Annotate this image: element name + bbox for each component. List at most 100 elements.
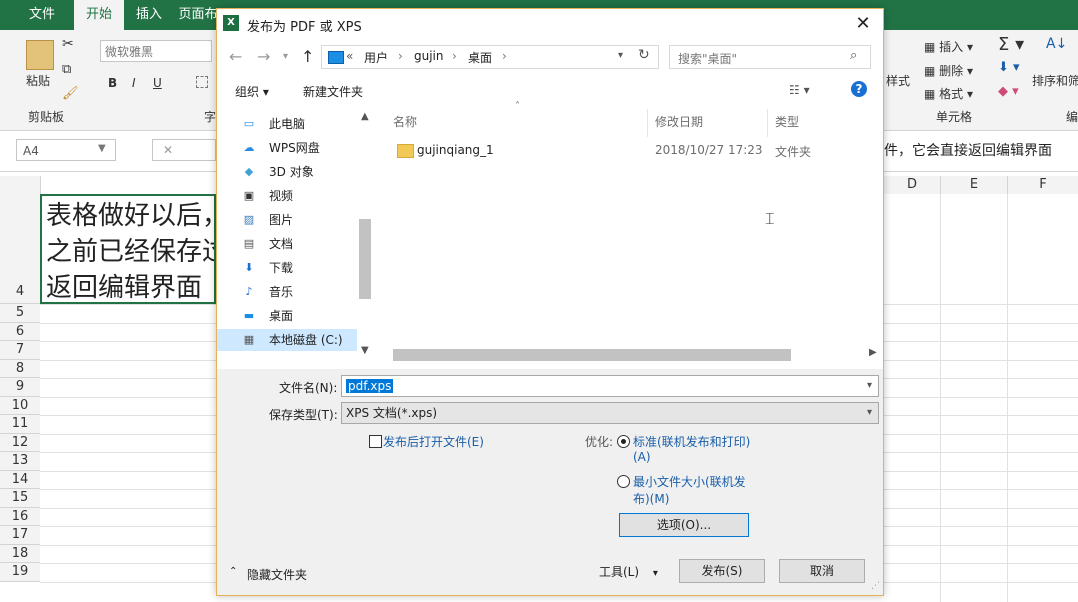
- paste-button[interactable]: 粘贴: [26, 72, 50, 89]
- nav-item[interactable]: ⬇ 下载: [217, 257, 357, 279]
- publish-button[interactable]: 发布(S): [679, 559, 765, 583]
- search-input[interactable]: 搜索"桌面": [678, 50, 737, 67]
- nav-scroll-up-icon[interactable]: ▲: [361, 111, 369, 122]
- tab-file[interactable]: 文件: [16, 0, 68, 30]
- row-header[interactable]: 4: [0, 194, 40, 304]
- cancel-entry-icon[interactable]: ✕: [152, 139, 216, 161]
- help-icon[interactable]: ?: [851, 81, 867, 97]
- breadcrumb-desktop[interactable]: 桌面: [468, 49, 492, 66]
- row-header[interactable]: 7: [0, 341, 40, 360]
- cancel-button[interactable]: 取消: [779, 559, 865, 583]
- filename-input[interactable]: pdf.xps ▾: [341, 375, 879, 397]
- column-header-e[interactable]: E: [941, 176, 1008, 194]
- hide-folders-button[interactable]: 隐藏文件夹: [247, 566, 307, 583]
- border-icon[interactable]: [196, 76, 208, 88]
- organize-menu[interactable]: 组织 ▾: [235, 83, 269, 100]
- resize-grip-icon[interactable]: ⋰: [871, 581, 880, 591]
- nav-item[interactable]: ▤ 文档: [217, 233, 357, 255]
- search-icon[interactable]: ⌕: [850, 48, 857, 63]
- nav-scrollbar-thumb[interactable]: [359, 219, 371, 299]
- column-header-d[interactable]: D: [884, 176, 941, 194]
- underline-button[interactable]: U: [153, 76, 162, 90]
- view-options-icon[interactable]: ☷ ▾: [789, 83, 810, 97]
- row-header[interactable]: 17: [0, 526, 40, 545]
- nav-item[interactable]: ▨ 图片: [217, 209, 357, 231]
- optimize-minimum-label[interactable]: 最小文件大小(联机发: [633, 473, 746, 490]
- row-header[interactable]: 11: [0, 415, 40, 434]
- delete-cells-button[interactable]: ▦ 删除 ▾: [924, 62, 973, 79]
- cut-icon[interactable]: ✂: [62, 36, 74, 52]
- refresh-icon[interactable]: ↻: [638, 47, 650, 63]
- row-header[interactable]: 12: [0, 433, 40, 452]
- nav-scroll-down-icon[interactable]: ▼: [361, 345, 369, 356]
- row-header[interactable]: 15: [0, 489, 40, 508]
- filetype-select[interactable]: XPS 文档(*.xps) ▾: [341, 402, 879, 424]
- name-box-dropdown-icon[interactable]: ▼: [98, 143, 106, 154]
- nav-item[interactable]: ▭ 此电脑: [217, 113, 357, 135]
- recent-dropdown-icon[interactable]: ▾: [283, 51, 288, 62]
- autosum-icon[interactable]: Σ ▾: [998, 34, 1024, 55]
- breadcrumb-users[interactable]: 用户: [364, 49, 388, 66]
- tab-insert[interactable]: 插入: [128, 0, 170, 30]
- breadcrumb-gujin[interactable]: gujin: [414, 49, 444, 63]
- new-folder-button[interactable]: 新建文件夹: [303, 83, 363, 100]
- select-all-corner[interactable]: [0, 176, 41, 194]
- nav-item[interactable]: ▦ 本地磁盘 (C:): [217, 329, 357, 351]
- nav-item[interactable]: ▬ 桌面: [217, 305, 357, 327]
- column-modified-header[interactable]: 修改日期: [655, 113, 703, 130]
- optimize-standard-radio[interactable]: [617, 435, 630, 448]
- row-header[interactable]: 6: [0, 322, 40, 341]
- options-button[interactable]: 选项(O)...: [619, 513, 749, 537]
- cell-a4[interactable]: 表格做好以后， 之前已经保存过 返回编辑界面: [40, 194, 216, 304]
- sort-filter-icon[interactable]: A↓: [1046, 36, 1067, 52]
- dialog-titlebar[interactable]: X 发布为 PDF 或 XPS ✕: [217, 9, 883, 39]
- row-header[interactable]: 18: [0, 544, 40, 563]
- column-type-header[interactable]: 类型: [775, 113, 799, 130]
- font-name-box[interactable]: 微软雅黑: [100, 40, 212, 62]
- hide-folders-chevron-icon[interactable]: ⌃: [229, 566, 237, 577]
- forward-arrow-icon[interactable]: →: [257, 47, 270, 66]
- column-header-f[interactable]: F: [1008, 176, 1078, 194]
- italic-button[interactable]: I: [132, 76, 136, 90]
- close-button[interactable]: ✕: [843, 9, 883, 39]
- tab-home[interactable]: 开始: [74, 0, 124, 30]
- row-header[interactable]: 9: [0, 378, 40, 397]
- search-box[interactable]: 搜索"桌面" ⌕: [669, 45, 871, 69]
- format-painter-icon[interactable]: 🖌: [62, 86, 79, 101]
- open-after-publish-label[interactable]: 发布后打开文件(E): [383, 433, 484, 450]
- optimize-standard-label-2[interactable]: (A): [633, 450, 651, 464]
- file-list-hscrollbar[interactable]: ▶: [393, 347, 877, 361]
- row-header[interactable]: 10: [0, 396, 40, 415]
- nav-item[interactable]: ♪ 音乐: [217, 281, 357, 303]
- row-header[interactable]: 5: [0, 304, 40, 323]
- styles-button[interactable]: 样式: [886, 72, 910, 89]
- row-header[interactable]: 14: [0, 470, 40, 489]
- insert-cells-button[interactable]: ▦ 插入 ▾: [924, 38, 973, 55]
- hscroll-right-icon[interactable]: ▶: [869, 347, 877, 358]
- sort-filter-button[interactable]: 排序和筛: [1032, 72, 1078, 89]
- nav-item[interactable]: ▣ 视频: [217, 185, 357, 207]
- row-header[interactable]: 19: [0, 563, 40, 582]
- formula-content[interactable]: 件，它会直接返回编辑界面: [884, 140, 1052, 160]
- tab-page-layout[interactable]: 页面布: [178, 0, 218, 30]
- filename-dropdown-icon[interactable]: ▾: [867, 376, 872, 396]
- address-dropdown-icon[interactable]: ▾: [618, 50, 623, 61]
- optimize-minimum-label-2[interactable]: 布)(M): [633, 490, 669, 507]
- nav-item[interactable]: ☁ WPS网盘: [217, 137, 357, 159]
- filetype-dropdown-icon[interactable]: ▾: [867, 403, 872, 423]
- fill-icon[interactable]: ⬇ ▾: [998, 60, 1020, 75]
- back-arrow-icon[interactable]: ←: [229, 47, 242, 66]
- row-header[interactable]: 16: [0, 507, 40, 526]
- optimize-standard-label[interactable]: 标准(联机发布和打印): [633, 433, 750, 450]
- breadcrumb-overflow[interactable]: «: [346, 49, 353, 63]
- file-row[interactable]: gujinqiang_1 2018/10/27 17:23 文件夹: [391, 141, 871, 163]
- row-header[interactable]: 8: [0, 359, 40, 378]
- address-bar[interactable]: « 用户 › gujin › 桌面 › ▾ ↻: [321, 45, 659, 69]
- tools-menu[interactable]: 工具(L) ▾: [599, 563, 658, 580]
- format-cells-button[interactable]: ▦ 格式 ▾: [924, 85, 973, 102]
- optimize-minimum-radio[interactable]: [617, 475, 630, 488]
- copy-icon[interactable]: ⧉: [62, 62, 71, 77]
- hscrollbar-thumb[interactable]: [393, 349, 791, 361]
- up-arrow-icon[interactable]: ↑: [301, 47, 314, 66]
- row-header[interactable]: 13: [0, 452, 40, 471]
